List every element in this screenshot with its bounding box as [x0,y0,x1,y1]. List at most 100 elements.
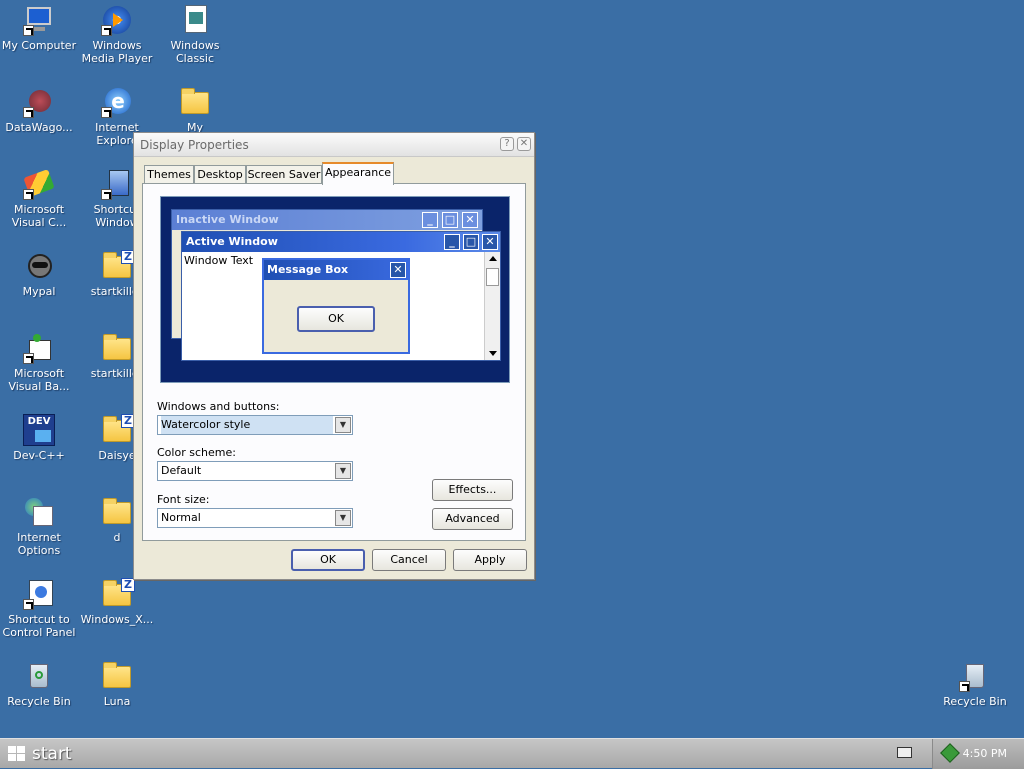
desktop-icon-control-panel-shortcut[interactable]: Shortcut to Control Panel [0,578,78,639]
desktop-icon-label: Dev-C++ [13,449,65,462]
appearance-preview: Inactive Window _ □ ✕ Active Window _ □ … [160,196,510,383]
desktop-icon-label: Microsoft Visual Ba... [8,367,70,393]
window-shortcut-icon [101,168,133,200]
visual-cpp-icon [23,168,55,200]
font-size-value: Normal [161,511,201,524]
zip-folder-icon: Z [101,250,135,282]
dev-cpp-icon: DEV [23,414,55,446]
desktop-icon-label: Luna [103,695,131,708]
color-scheme-select[interactable]: Default ▼ [157,461,353,481]
tab-themes[interactable]: Themes [144,165,194,184]
computer-icon [23,4,55,36]
chevron-down-icon[interactable]: ▼ [335,510,351,526]
datawagon-icon [23,86,55,118]
visual-basic-icon [23,332,55,364]
desktop-icon-label: Recycle Bin [7,695,71,708]
minimize-icon: _ [444,234,460,250]
desktop-icon-recycle-bin-right[interactable]: Recycle Bin [936,660,1014,708]
windows-buttons-value: Watercolor style [161,416,333,434]
tab-desktop[interactable]: Desktop [194,165,246,184]
clock[interactable]: 4:50 PM [963,747,1007,760]
apply-button[interactable]: Apply [453,549,527,571]
folder-icon [101,660,133,692]
dialog-titlebar[interactable]: Display Properties ? ✕ [134,133,534,157]
desktop-icon-internet-options[interactable]: Internet Options [0,496,78,557]
desktop-icon-label: Windows Media Player [81,39,153,65]
start-button[interactable]: start [0,739,76,769]
font-size-select[interactable]: Normal ▼ [157,508,353,528]
preview-window-text: Window Text [184,254,254,267]
desktop-icon-windows-classic[interactable]: Windows Classic [156,4,234,65]
chevron-down-icon[interactable]: ▼ [335,463,351,479]
raccoon-icon [23,250,55,282]
preview-ok-button: OK [297,306,375,332]
desktop-icon-label: Windows Classic [170,39,220,65]
desktop-icon-my-computer[interactable]: My Computer [0,4,78,52]
help-button[interactable]: ? [500,137,514,151]
effects-button[interactable]: Effects... [432,479,513,501]
folder-icon [101,332,133,364]
desktop-icon-label: My Computer [1,39,77,52]
tab-appearance[interactable]: Appearance [322,162,394,185]
desktop-icon-luna[interactable]: Luna [78,660,156,708]
desktop-icon-label: Internet Options [17,531,61,557]
chevron-down-icon[interactable]: ▼ [335,417,351,433]
desktop-icon-label: Windows_X... [80,613,154,626]
windows-buttons-label: Windows and buttons: [157,400,280,413]
minimize-icon: _ [422,212,438,228]
start-label: start [32,744,72,764]
windows-logo-icon [8,746,26,762]
preview-inactive-title: Inactive Window [176,213,279,226]
preview-inactive-titlebar: Inactive Window _ □ ✕ [172,210,482,230]
desktop-icon-visual-basic[interactable]: Microsoft Visual Ba... [0,332,78,393]
desktop-icon-datawagon[interactable]: DataWago... [0,86,78,134]
preview-active-window: Active Window _ □ ✕ Window Text Message … [181,231,501,361]
tab-screen-saver[interactable]: Screen Saver [246,165,322,184]
close-icon: ✕ [482,234,498,250]
color-scheme-value: Default [161,464,202,477]
folder-icon [101,496,133,528]
internet-explorer-icon: e [101,86,133,118]
desktop-icon-recycle-bin[interactable]: Recycle Bin [0,660,78,708]
cancel-button[interactable]: Cancel [372,549,446,571]
scroll-up-arrow-icon [489,256,497,261]
documents-folder-icon [179,86,211,118]
desktop-icon-dev-cpp[interactable]: DEV Dev-C++ [0,414,78,462]
desktop-icon-label: DataWago... [5,121,73,134]
font-size-label: Font size: [157,493,210,506]
preview-active-titlebar: Active Window _ □ ✕ [182,232,500,252]
keyboard-icon[interactable] [897,747,912,758]
advanced-button[interactable]: Advanced [432,508,513,530]
preview-scrollbar [484,252,500,360]
close-icon: ✕ [390,262,406,278]
maximize-icon: □ [463,234,479,250]
preview-active-title: Active Window [186,235,278,248]
desktop-icon-windows-x[interactable]: Z Windows_X... [78,578,156,626]
recycle-bin-icon [23,660,55,692]
dialog-title: Display Properties [140,138,249,152]
desktop-icon-visual-cpp[interactable]: Microsoft Visual C... [0,168,78,229]
desktop-icon-label: Recycle Bin [943,695,1007,708]
desktop-icon-media-player[interactable]: Windows Media Player [78,4,156,65]
preview-message-box-titlebar: Message Box ✕ [264,260,408,280]
appearance-panel: Inactive Window _ □ ✕ Active Window _ □ … [142,183,526,541]
network-icon[interactable] [940,743,960,763]
zip-folder-icon: Z [101,414,135,446]
media-player-icon [101,4,133,36]
preview-message-box: Message Box ✕ OK [262,258,410,354]
maximize-icon: □ [442,212,458,228]
close-icon: ✕ [462,212,478,228]
zip-folder-icon: Z [101,578,135,610]
windows-buttons-select[interactable]: Watercolor style ▼ [157,415,353,435]
control-panel-icon [23,578,55,610]
desktop-icon-label: Microsoft Visual C... [11,203,67,229]
close-button[interactable]: ✕ [517,137,531,151]
desktop-icon-mypal[interactable]: Mypal [0,250,78,298]
internet-options-icon [23,496,55,528]
recycle-bin-icon [959,660,991,692]
ok-button[interactable]: OK [291,549,365,571]
desktop-icon-my-documents[interactable]: My [156,86,234,134]
desktop-icon-label: Shortcut to Control Panel [2,613,76,639]
taskbar: start 4:50 PM [0,738,1024,769]
theme-file-icon [179,4,211,36]
